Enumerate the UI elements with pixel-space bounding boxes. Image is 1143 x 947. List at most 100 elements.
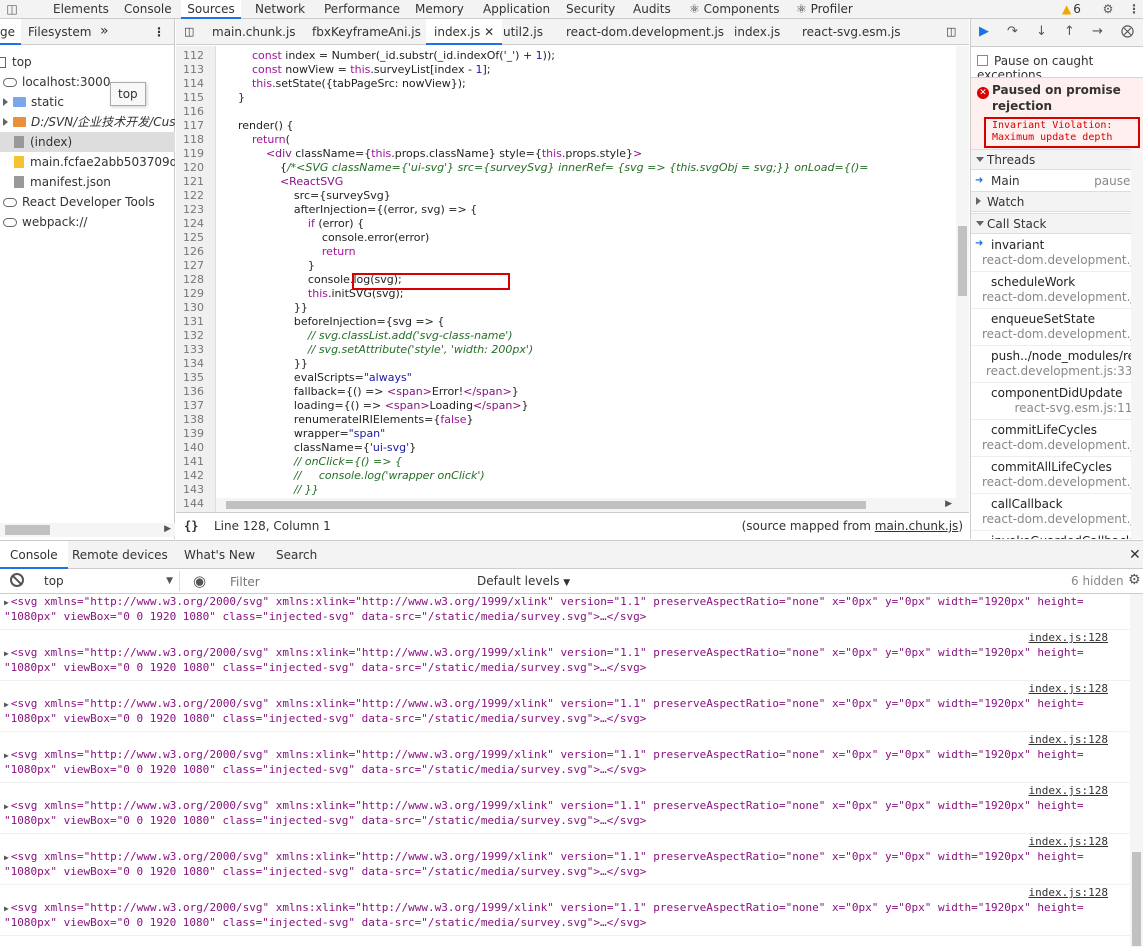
expand-triangle-icon[interactable]: ▶ <box>4 802 9 811</box>
navigator-hscrollbar[interactable]: ▶ <box>0 523 175 537</box>
tab-components[interactable]: ⚛ Components <box>689 0 780 19</box>
call-frame[interactable]: enqueueSetState react-dom.development.js <box>971 309 1143 346</box>
callstack-header[interactable]: Call Stack <box>971 213 1143 234</box>
filter-input[interactable] <box>224 572 469 591</box>
tab-sources[interactable]: Sources <box>181 0 241 19</box>
console-message[interactable]: index.js:128 ▶ <svg xmlns="http://www.w3.o… <box>0 681 1130 732</box>
console-message[interactable]: index.js:128 ▶ <svg xmlns="http://www.w3.o… <box>0 834 1130 885</box>
step-into-icon[interactable]: ↓ <box>1036 24 1047 39</box>
scroll-thumb[interactable] <box>958 226 967 296</box>
context-selector[interactable]: top ▼ <box>34 571 180 591</box>
eye-icon[interactable]: ◉ <box>193 572 206 590</box>
close-tab-icon[interactable]: ✕ <box>484 25 494 39</box>
tab-console-drawer[interactable]: Console <box>0 541 68 569</box>
step-over-icon[interactable]: ↷ <box>1007 24 1018 39</box>
console-message[interactable]: index.js:128 ▶ <svg xmlns="http://www.w3.o… <box>0 732 1130 783</box>
call-frame[interactable]: commitLifeCycles react-dom.development.js <box>971 420 1143 457</box>
pretty-print-icon[interactable]: {} <box>184 513 198 539</box>
tab-elements[interactable]: Elements <box>53 0 109 19</box>
file-tab[interactable]: index.js <box>734 19 780 45</box>
tab-search[interactable]: Search <box>276 541 317 569</box>
expand-triangle-icon[interactable]: ▶ <box>4 853 9 862</box>
call-frame[interactable]: commitAllLifeCycles react-dom.development… <box>971 457 1143 494</box>
console-settings-gear-icon[interactable]: ⚙ <box>1128 572 1141 588</box>
scroll-thumb[interactable] <box>1132 852 1141 946</box>
tab-whats-new[interactable]: What's New <box>184 541 255 569</box>
tab-console[interactable]: Console <box>124 0 172 19</box>
more-menu-icon[interactable]: ⋮ <box>1126 1 1142 17</box>
message-source-link[interactable]: index.js:128 <box>1029 783 1108 798</box>
expand-triangle-icon[interactable]: ▶ <box>4 598 9 607</box>
console-message[interactable]: index.js:128 ▶ <svg xmlns="http://www.w3.o… <box>0 630 1130 681</box>
expand-triangle-icon[interactable]: ▶ <box>4 751 9 760</box>
more-tabs-icon[interactable]: » <box>100 19 109 45</box>
expand-triangle-icon[interactable]: ▶ <box>4 700 9 709</box>
tree-item-react-devtools[interactable]: React Developer Tools <box>0 192 175 212</box>
navigator-menu-icon[interactable]: ⋮ <box>153 19 165 45</box>
message-source-link[interactable]: index.js:128 <box>1029 885 1108 900</box>
scroll-thumb[interactable] <box>226 501 866 509</box>
warning-counter[interactable]: ▲ 6 <box>1062 0 1081 19</box>
console-message[interactable]: ▶ <svg xmlns="http://www.w3.org/2000/svg"… <box>0 594 1130 630</box>
tree-item-svn-folder[interactable]: D:/SVN/企业技术开发/Cus <box>0 112 175 132</box>
editor-vscrollbar[interactable] <box>956 46 969 512</box>
file-tab[interactable]: react-svg.esm.js <box>802 19 901 45</box>
toggle-navigator-icon[interactable]: ◫ <box>184 19 194 45</box>
message-source-link[interactable]: index.js:128 <box>1029 681 1108 696</box>
call-frame[interactable]: componentDidUpdate react-svg.esm.js:116 <box>971 383 1143 420</box>
tree-item-webpack[interactable]: webpack:// <box>0 212 175 232</box>
threads-header[interactable]: Threads <box>971 149 1143 170</box>
file-tab[interactable]: util2.js <box>503 19 543 45</box>
step-out-icon[interactable]: ↑ <box>1064 24 1075 39</box>
log-levels-dropdown[interactable]: Default levels ▼ <box>477 569 570 594</box>
file-tab[interactable]: main.chunk.js <box>212 19 296 45</box>
file-tab[interactable]: fbxKeyframeAni.js <box>312 19 421 45</box>
tab-performance[interactable]: Performance <box>324 0 400 19</box>
call-frame[interactable]: callCallback react-dom.development.js <box>971 494 1143 531</box>
call-frame[interactable]: scheduleWork react-dom.development.js <box>971 272 1143 309</box>
sidebar-vscrollbar[interactable] <box>1131 149 1143 539</box>
resume-icon[interactable]: ▶ <box>979 24 989 39</box>
tab-audits[interactable]: Audits <box>633 0 671 19</box>
message-source-link[interactable]: index.js:128 <box>1029 630 1108 645</box>
console-vscrollbar[interactable] <box>1130 594 1143 947</box>
scroll-right-arrow-icon[interactable]: ▶ <box>945 499 952 509</box>
watch-header[interactable]: Watch <box>971 191 1143 212</box>
expand-triangle-icon[interactable]: ▶ <box>4 904 9 913</box>
tab-network[interactable]: Network <box>255 0 305 19</box>
tab-security[interactable]: Security <box>566 0 615 19</box>
message-source-link[interactable]: index.js:128 <box>1029 834 1108 849</box>
settings-gear-icon[interactable]: ⚙ <box>1100 1 1116 17</box>
tab-filesystem[interactable]: Filesystem <box>28 19 91 45</box>
tree-item-manifest[interactable]: manifest.json <box>0 172 175 192</box>
editor-hscrollbar[interactable]: ▶ <box>216 498 956 512</box>
tab-page[interactable]: ge <box>0 19 21 45</box>
file-tab-active[interactable]: index.js ✕ <box>426 19 503 45</box>
expand-triangle-icon[interactable]: ▶ <box>4 649 9 658</box>
deactivate-breakpoints-icon[interactable]: ⨂ <box>1121 24 1134 39</box>
toggle-debugger-icon[interactable]: ◫ <box>946 19 956 45</box>
scroll-thumb[interactable] <box>5 525 50 535</box>
console-message[interactable]: index.js:128 ▶ <svg xmlns="http://www.w3.o… <box>0 885 1130 936</box>
checkbox[interactable] <box>977 55 988 66</box>
close-drawer-icon[interactable]: ✕ <box>1129 541 1141 569</box>
message-source-link[interactable]: index.js:128 <box>1029 732 1108 747</box>
call-frame[interactable]: ➜ invariant react-dom.development.js <box>971 235 1143 272</box>
tab-memory[interactable]: Memory <box>415 0 464 19</box>
tree-item-main-js[interactable]: main.fcfae2abb503709da0 <box>0 152 175 172</box>
tab-remote-devices[interactable]: Remote devices <box>72 541 168 569</box>
scroll-right-arrow-icon[interactable]: ▶ <box>164 524 171 534</box>
step-icon[interactable]: → <box>1092 24 1103 39</box>
file-tab[interactable]: react-dom.development.js <box>566 19 724 45</box>
tab-profiler[interactable]: ⚛ Profiler <box>796 0 853 19</box>
tree-item-static[interactable]: static <box>0 92 175 112</box>
console-message[interactable]: index.js:128 ▶ <svg xmlns="http://www.w3.o… <box>0 783 1130 834</box>
thread-row[interactable]: ➜ Main paused <box>971 170 1143 192</box>
tree-item-localhost[interactable]: localhost:3000 <box>0 72 175 92</box>
tab-application[interactable]: Application <box>483 0 550 19</box>
tree-item-top[interactable]: top <box>0 52 175 72</box>
pause-on-caught-row[interactable]: Pause on caught exceptions <box>977 54 1139 82</box>
dock-side-icon[interactable]: ◫ <box>4 1 20 17</box>
clear-console-icon[interactable] <box>10 573 24 587</box>
tree-item-index[interactable]: (index) <box>0 132 175 152</box>
